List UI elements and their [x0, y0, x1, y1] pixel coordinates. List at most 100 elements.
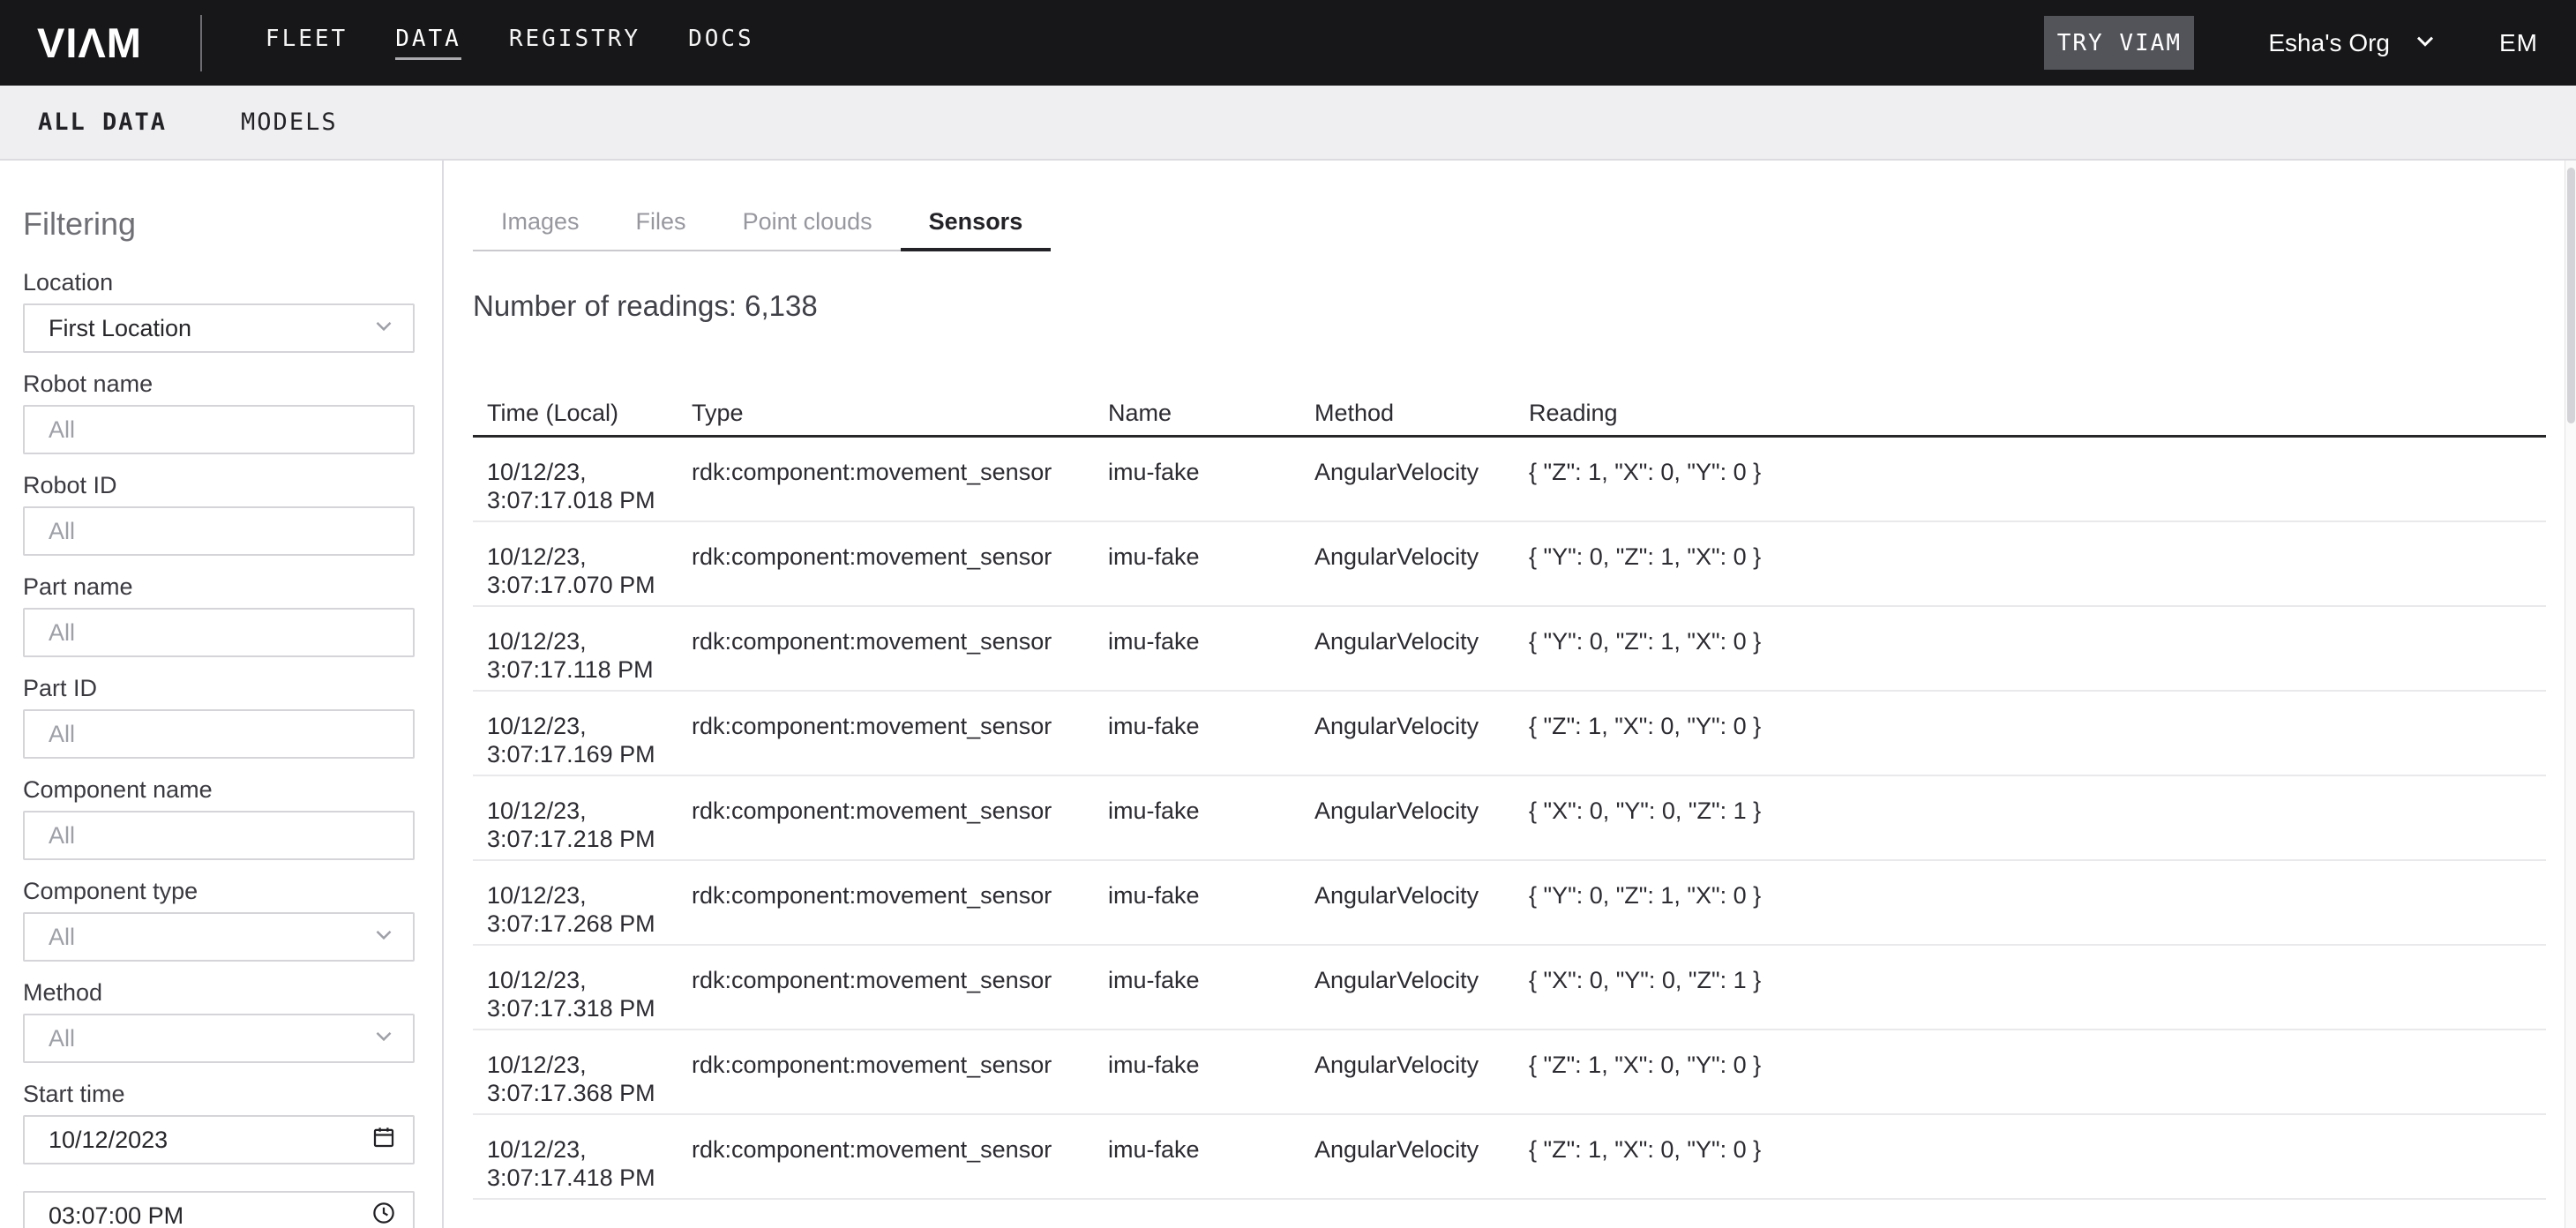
cell-method: AngularVelocity [1300, 881, 1515, 944]
cell-type: rdk:component:movement_sensor [678, 881, 1094, 944]
method-select[interactable]: All [23, 1014, 415, 1063]
table-row[interactable]: 10/12/23, 3:07:17.318 PM rdk:component:m… [473, 946, 2546, 1030]
location-field: Location First Location [23, 271, 415, 353]
try-viam-button[interactable]: TRY VIAM [2044, 16, 2194, 70]
column-header-time: Time (Local) [473, 399, 678, 427]
subnav-item-all-data[interactable]: ALL DATA [38, 109, 167, 136]
clock-icon[interactable] [371, 1200, 397, 1228]
calendar-icon[interactable] [371, 1124, 397, 1157]
method-field: Method All [23, 981, 415, 1063]
readings-count: 6,138 [745, 289, 818, 322]
body-row: Filtering Location First Location Robot … [0, 161, 2576, 1228]
part-name-label: Part name [23, 575, 415, 599]
vertical-scrollbar[interactable] [2565, 161, 2576, 1228]
location-value: First Location [49, 315, 371, 342]
method-value: All [49, 1025, 371, 1052]
cell-time: 10/12/23, 3:07:17.368 PM [473, 1051, 678, 1113]
cell-time: 10/12/23, 3:07:17.268 PM [473, 881, 678, 944]
start-clock-input[interactable]: 03:07:00 PM [23, 1191, 415, 1228]
cell-name: imu-fake [1094, 627, 1300, 690]
tab-files[interactable]: Files [608, 210, 715, 250]
cell-method: AngularVelocity [1300, 458, 1515, 520]
part-name-input[interactable] [23, 608, 415, 657]
column-header-reading: Reading [1515, 399, 2546, 427]
cell-reading: { "Z": 1, "X": 0, "Y": 0 } [1515, 458, 2546, 520]
readings-label: Number of readings: [473, 289, 737, 322]
part-id-input[interactable] [23, 709, 415, 759]
robot-name-input[interactable] [23, 405, 415, 454]
column-header-name: Name [1094, 399, 1300, 427]
cell-type: rdk:component:movement_sensor [678, 966, 1094, 1029]
start-date-value: 10/12/2023 [49, 1127, 371, 1154]
table-row[interactable]: 10/12/23, 3:07:17.268 PM rdk:component:m… [473, 861, 2546, 946]
cell-name: imu-fake [1094, 1051, 1300, 1113]
component-name-label: Component name [23, 778, 415, 802]
cell-method: AngularVelocity [1300, 712, 1515, 775]
component-type-select[interactable]: All [23, 912, 415, 962]
cell-type: rdk:component:movement_sensor [678, 1135, 1094, 1198]
part-id-field: Part ID [23, 677, 415, 759]
nav-item-registry[interactable]: REGISTRY [509, 26, 640, 60]
chevron-down-icon [2390, 26, 2439, 59]
cell-time: 10/12/23, 3:07:17.318 PM [473, 966, 678, 1029]
nav-item-docs[interactable]: DOCS [688, 26, 754, 60]
table-row[interactable]: 10/12/23, 3:07:17.418 PM rdk:component:m… [473, 1115, 2546, 1200]
component-name-input[interactable] [23, 811, 415, 860]
cell-method: AngularVelocity [1300, 543, 1515, 605]
cell-reading: { "Y": 0, "Z": 1, "X": 0 } [1515, 543, 2546, 605]
cell-time: 10/12/23, 3:07:17.070 PM [473, 543, 678, 605]
data-type-tabs: Images Files Point clouds Sensors [473, 210, 1051, 251]
robot-name-label: Robot name [23, 372, 415, 396]
table-row[interactable]: 10/12/23, 3:07:17.018 PM rdk:component:m… [473, 438, 2546, 522]
subnav-item-models[interactable]: MODELS [241, 109, 338, 136]
tab-point-clouds[interactable]: Point clouds [715, 210, 901, 250]
tab-sensors[interactable]: Sensors [901, 210, 1052, 251]
cell-method: AngularVelocity [1300, 797, 1515, 859]
cell-reading: { "Y": 0, "Z": 1, "X": 0 } [1515, 627, 2546, 690]
org-switcher[interactable]: Esha's Org [2268, 26, 2439, 59]
cell-method: AngularVelocity [1300, 627, 1515, 690]
chevron-down-icon [371, 1022, 397, 1055]
table-row[interactable]: 10/12/23, 3:07:17.118 PM rdk:component:m… [473, 607, 2546, 692]
sub-nav: ALL DATA MODELS [0, 86, 2576, 161]
cell-reading: { "X": 0, "Y": 0, "Z": 1 } [1515, 966, 2546, 1029]
start-time-label: Start time [23, 1082, 415, 1106]
start-clock-value: 03:07:00 PM [49, 1202, 371, 1228]
cell-name: imu-fake [1094, 712, 1300, 775]
cell-reading: { "Z": 1, "X": 0, "Y": 0 } [1515, 1051, 2546, 1113]
main-nav: FLEET DATA REGISTRY DOCS [266, 26, 754, 60]
table-row[interactable]: 10/12/23, 3:07:17.368 PM rdk:component:m… [473, 1030, 2546, 1115]
cell-type: rdk:component:movement_sensor [678, 543, 1094, 605]
cell-time: 10/12/23, 3:07:17.118 PM [473, 627, 678, 690]
table-row[interactable]: 10/12/23, 3:07:17.218 PM rdk:component:m… [473, 776, 2546, 861]
topbar-divider [200, 15, 202, 71]
chevron-down-icon [371, 921, 397, 954]
cell-reading: { "Y": 0, "Z": 1, "X": 0 } [1515, 881, 2546, 944]
cell-type: rdk:component:movement_sensor [678, 712, 1094, 775]
viam-logo[interactable]: VIΛM [37, 22, 142, 64]
table-row[interactable]: 10/12/23, 3:07:17.070 PM rdk:component:m… [473, 522, 2546, 607]
top-bar: VIΛM FLEET DATA REGISTRY DOCS TRY VIAM E… [0, 0, 2576, 86]
readings-count-heading: Number of readings: 6,138 [473, 290, 2576, 322]
location-select[interactable]: First Location [23, 303, 415, 353]
robot-id-label: Robot ID [23, 474, 415, 498]
cell-time: 10/12/23, 3:07:17.218 PM [473, 797, 678, 859]
user-menu-initials[interactable]: EM [2499, 29, 2538, 57]
column-header-method: Method [1300, 399, 1515, 427]
nav-item-data[interactable]: DATA [395, 26, 461, 60]
cell-name: imu-fake [1094, 881, 1300, 944]
method-label: Method [23, 981, 415, 1005]
nav-item-fleet[interactable]: FLEET [266, 26, 348, 60]
start-date-input[interactable]: 10/12/2023 [23, 1115, 415, 1164]
tab-images[interactable]: Images [473, 210, 608, 250]
cell-name: imu-fake [1094, 458, 1300, 520]
robot-name-field: Robot name [23, 372, 415, 454]
table-header-row: Time (Local) Type Name Method Reading [473, 399, 2546, 438]
table-row[interactable]: 10/12/23, 3:07:17.169 PM rdk:component:m… [473, 692, 2546, 776]
sidebar-title: Filtering [23, 207, 442, 241]
viam-data-app: VIΛM FLEET DATA REGISTRY DOCS TRY VIAM E… [0, 0, 2576, 1228]
robot-id-input[interactable] [23, 506, 415, 556]
filter-sidebar: Filtering Location First Location Robot … [0, 161, 444, 1228]
cell-type: rdk:component:movement_sensor [678, 458, 1094, 520]
scrollbar-thumb[interactable] [2567, 168, 2575, 423]
